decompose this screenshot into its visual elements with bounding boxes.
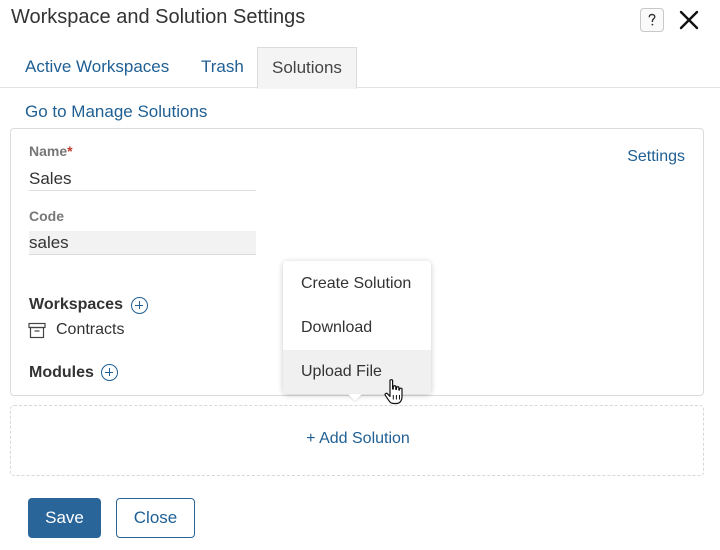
archive-icon: [28, 322, 46, 339]
save-button[interactable]: Save: [28, 498, 101, 538]
menu-item-download[interactable]: Download: [283, 306, 431, 350]
required-mark: *: [67, 143, 73, 159]
solution-actions-menu: Create Solution Download Upload File: [283, 261, 431, 394]
hand-cursor-icon: [384, 379, 403, 405]
add-solution-area[interactable]: + Add Solution: [10, 405, 704, 476]
name-label-text: Name: [29, 143, 68, 159]
code-label: Code: [29, 208, 64, 224]
name-label: Name*: [29, 143, 73, 159]
add-workspace-icon[interactable]: [131, 297, 148, 314]
workspace-item-contracts[interactable]: Contracts: [56, 321, 124, 339]
close-icon[interactable]: [677, 8, 701, 32]
modules-label: Modules: [29, 364, 94, 381]
close-button[interactable]: Close: [116, 498, 195, 538]
manage-solutions-link[interactable]: Go to Manage Solutions: [25, 102, 207, 122]
tab-bar: Active Workspaces Trash Solutions: [0, 47, 720, 89]
menu-item-create-solution[interactable]: Create Solution: [283, 262, 431, 306]
tab-active-workspaces[interactable]: Active Workspaces: [25, 47, 169, 88]
menu-caret: [348, 394, 362, 401]
dialog-title: Workspace and Solution Settings: [11, 6, 306, 28]
workspaces-label: Workspaces: [29, 296, 123, 313]
tab-trash[interactable]: Trash: [201, 47, 244, 88]
add-solution-link[interactable]: + Add Solution: [11, 430, 705, 448]
settings-link[interactable]: Settings: [627, 148, 685, 166]
tab-solutions[interactable]: Solutions: [257, 47, 357, 89]
add-module-icon[interactable]: [101, 364, 118, 381]
code-field: sales: [29, 231, 256, 255]
help-icon: [648, 13, 656, 26]
help-button[interactable]: [640, 8, 664, 32]
menu-item-upload-file[interactable]: Upload File: [283, 350, 431, 394]
name-field[interactable]: Sales: [29, 167, 256, 191]
